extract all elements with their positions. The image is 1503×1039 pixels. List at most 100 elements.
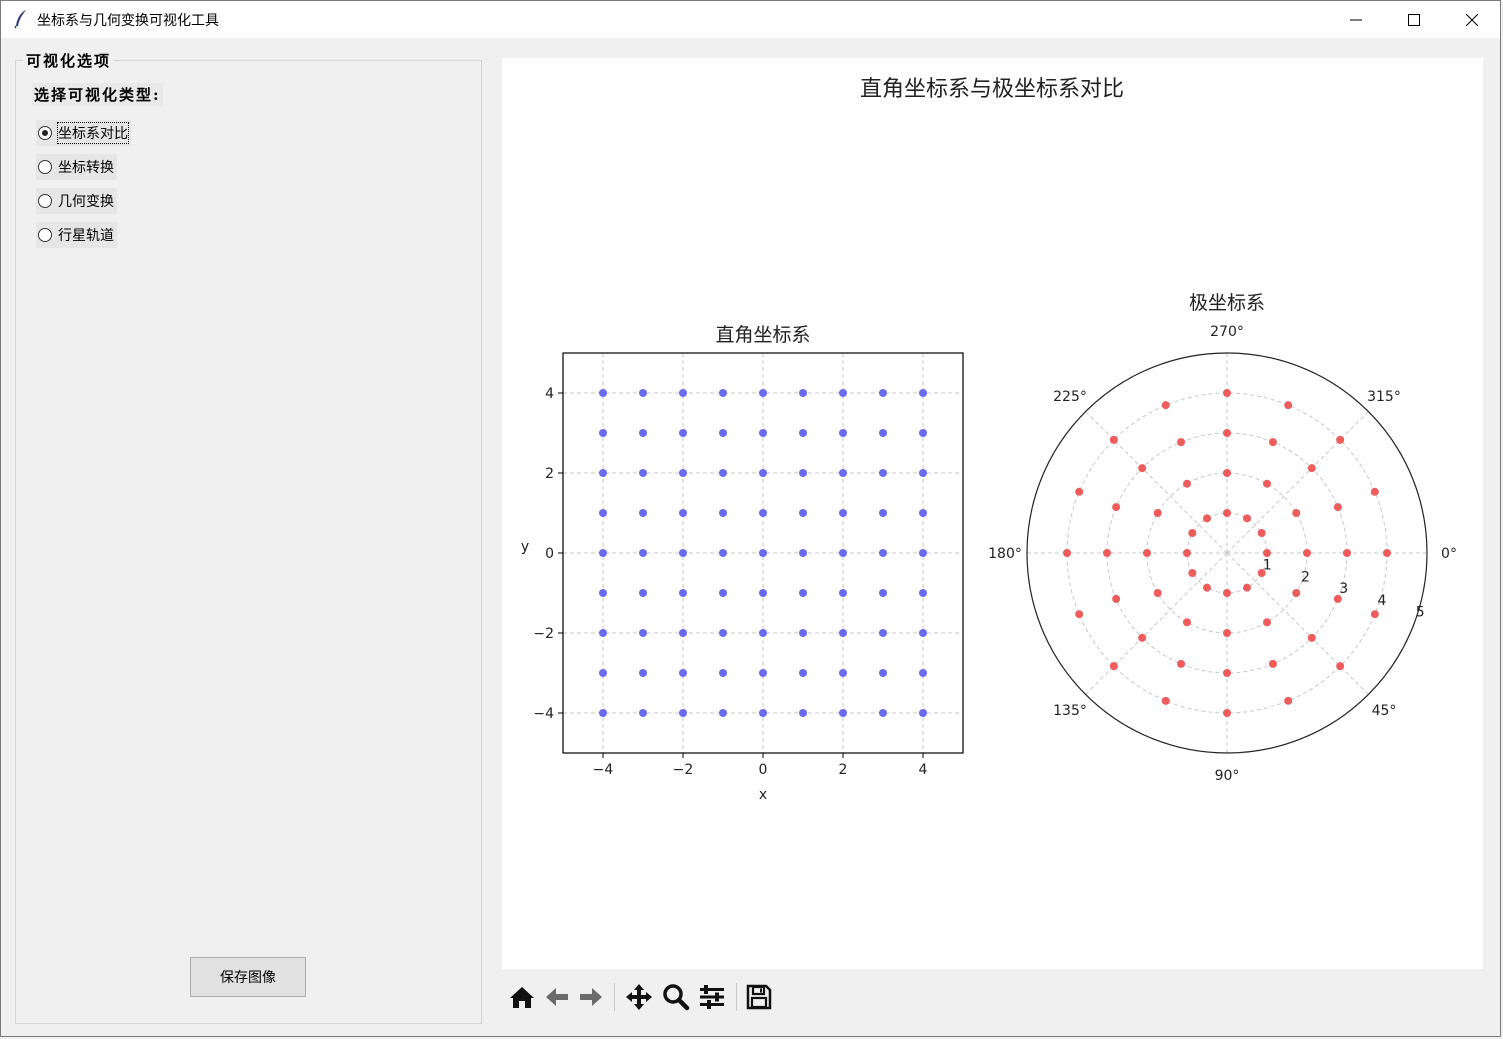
- pan-icon: [626, 984, 652, 1010]
- cartesian-point: [879, 709, 887, 717]
- minimize-button[interactable]: [1327, 1, 1385, 38]
- save-icon: [746, 984, 772, 1010]
- cartesian-point: [919, 429, 927, 437]
- polar-point: [1370, 610, 1379, 619]
- cartesian-point: [759, 389, 767, 397]
- back-icon: [546, 988, 568, 1006]
- cartesian-point: [879, 669, 887, 677]
- maximize-button[interactable]: [1385, 1, 1443, 38]
- cartesian-point: [679, 469, 687, 477]
- polar-point: [1292, 589, 1301, 597]
- polar-title: 极坐标系: [1189, 292, 1265, 314]
- zoom-icon: [663, 984, 690, 1011]
- close-button[interactable]: [1443, 1, 1501, 38]
- y-tick-label: −2: [533, 626, 554, 642]
- save-image-button[interactable]: 保存图像: [190, 957, 306, 997]
- cartesian-point: [759, 509, 767, 517]
- radio-geometric-transform[interactable]: 几何变换: [36, 188, 117, 214]
- cartesian-point: [599, 549, 607, 557]
- cartesian-point: [799, 549, 807, 557]
- polar-point: [1343, 549, 1351, 557]
- polar-point: [1103, 549, 1111, 557]
- cartesian-point: [679, 669, 687, 677]
- cartesian-point: [679, 589, 687, 597]
- cartesian-point: [679, 629, 687, 637]
- x-tick-label: 4: [919, 762, 928, 778]
- radio-coordinate-conversion[interactable]: 坐标转换: [36, 154, 117, 180]
- polar-point: [1263, 618, 1271, 627]
- save-figure-button[interactable]: [744, 983, 774, 1011]
- radio-label: 坐标系对比: [57, 122, 129, 144]
- polar-grid-spoke: [1085, 552, 1228, 695]
- radial-tick-label: 1: [1263, 558, 1272, 574]
- polar-point: [1203, 514, 1211, 523]
- toolbar-separator: [736, 983, 737, 1011]
- polar-point: [1063, 549, 1071, 557]
- cartesian-point: [679, 709, 687, 717]
- cartesian-point: [719, 629, 727, 637]
- polar-point: [1243, 583, 1251, 592]
- cartesian-point: [679, 549, 687, 557]
- cartesian-point: [719, 589, 727, 597]
- cartesian-point: [759, 469, 767, 477]
- cartesian-point: [919, 709, 927, 717]
- title-bar: 坐标系与几何变换可视化工具: [1, 1, 1500, 38]
- polar-point: [1223, 669, 1231, 677]
- radio-planet-orbit[interactable]: 行星轨道: [36, 222, 117, 248]
- polar-point: [1223, 429, 1231, 437]
- polar-point: [1370, 487, 1379, 496]
- cartesian-point: [639, 709, 647, 717]
- close-icon: [1466, 13, 1478, 26]
- cartesian-point: [839, 549, 847, 557]
- polar-point: [1138, 464, 1147, 473]
- configure-subplots-button[interactable]: [697, 983, 727, 1011]
- cartesian-point: [799, 509, 807, 517]
- cartesian-point: [719, 429, 727, 437]
- pan-button[interactable]: [624, 983, 654, 1011]
- cartesian-point: [639, 589, 647, 597]
- cartesian-point: [879, 589, 887, 597]
- cartesian-point: [759, 549, 767, 557]
- radio-coordinate-comparison[interactable]: 坐标系对比: [36, 120, 131, 146]
- polar-point: [1263, 549, 1271, 557]
- cartesian-point: [599, 469, 607, 477]
- theta-tick-label: 180°: [988, 546, 1022, 562]
- cartesian-point: [919, 549, 927, 557]
- cartesian-point: [639, 429, 647, 437]
- polar-point: [1183, 549, 1191, 557]
- figure-canvas[interactable]: 直角坐标系与极坐标系对比 −4 −2 0 2 4 4 2 0 −2 −4 x y 直角坐标系 0° 45° 90…: [502, 58, 1483, 969]
- polar-point: [1177, 438, 1186, 447]
- polar-point: [1188, 569, 1197, 577]
- cartesian-point: [799, 389, 807, 397]
- home-icon: [510, 987, 534, 1008]
- theta-tick-label: 225°: [1053, 389, 1087, 405]
- back-button[interactable]: [542, 983, 572, 1011]
- home-button[interactable]: [507, 983, 537, 1011]
- theta-tick-label: 0°: [1441, 546, 1457, 562]
- cartesian-point: [719, 469, 727, 477]
- x-axis-label: x: [759, 787, 767, 803]
- y-tick-label: 2: [545, 466, 554, 482]
- radio-indicator: [38, 160, 52, 174]
- cartesian-point: [639, 669, 647, 677]
- cartesian-title: 直角坐标系: [715, 324, 810, 346]
- polar-point: [1109, 662, 1118, 671]
- polar-point: [1153, 509, 1162, 517]
- forward-icon: [580, 988, 602, 1006]
- polar-point: [1223, 469, 1231, 477]
- polar-point: [1243, 514, 1251, 523]
- cartesian-point: [759, 669, 767, 677]
- cartesian-point: [759, 589, 767, 597]
- forward-button[interactable]: [576, 983, 606, 1011]
- cartesian-point: [839, 589, 847, 597]
- radial-tick-label: 3: [1339, 581, 1348, 597]
- cartesian-point: [799, 589, 807, 597]
- window-title: 坐标系与几何变换可视化工具: [37, 13, 219, 29]
- theta-tick-label: 270°: [1210, 324, 1244, 340]
- options-frame-title: 可视化选项: [23, 50, 115, 71]
- cartesian-point: [599, 629, 607, 637]
- radio-label: 几何变换: [58, 194, 114, 210]
- minimize-icon: [1350, 19, 1362, 20]
- polar-point: [1143, 549, 1151, 557]
- zoom-button[interactable]: [661, 983, 691, 1011]
